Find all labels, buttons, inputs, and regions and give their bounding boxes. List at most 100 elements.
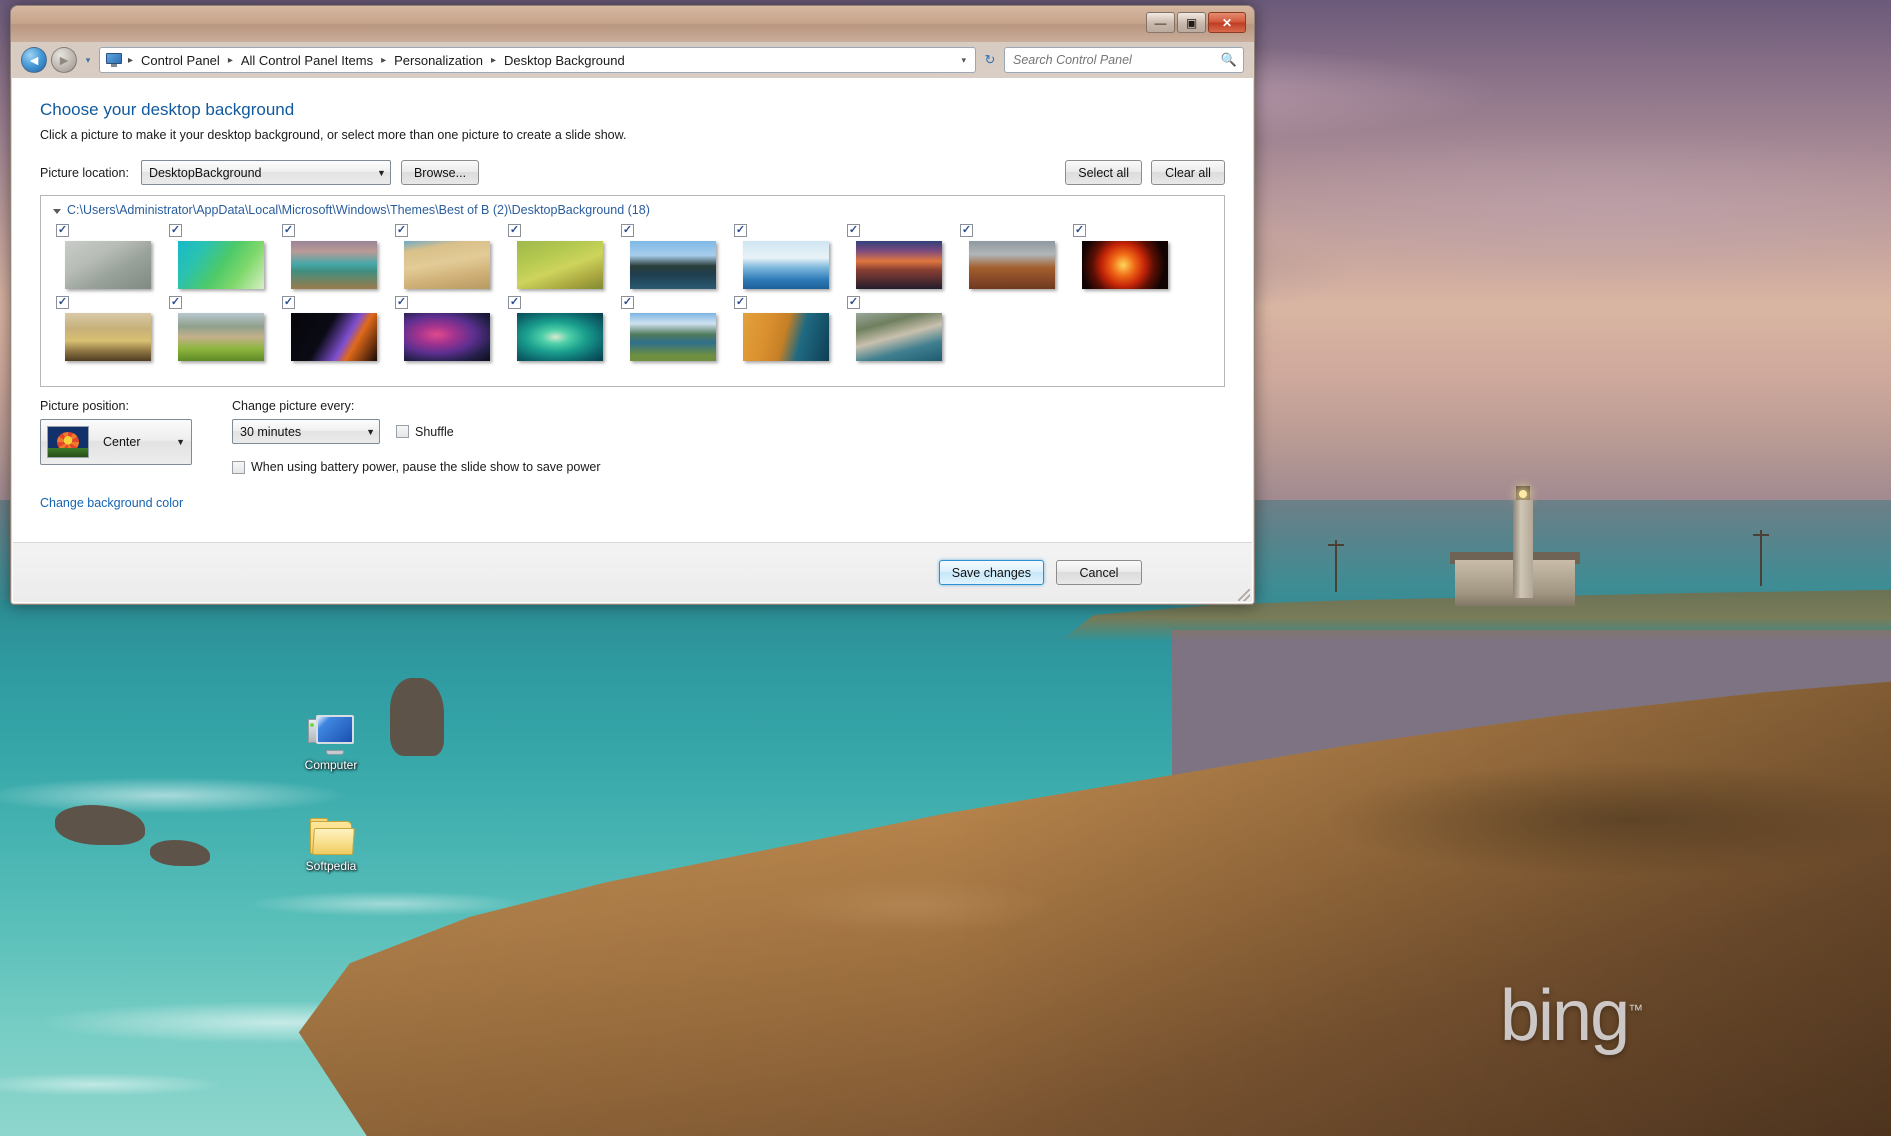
thumb-solar-flare[interactable]	[1082, 241, 1168, 289]
history-dropdown-icon[interactable]: ▾	[81, 55, 95, 66]
thumbnail-checkbox[interactable]	[395, 224, 408, 237]
thumbnail-item[interactable]	[501, 293, 614, 365]
thumb-whale-tail[interactable]	[65, 241, 151, 289]
desktop-icon-softpedia[interactable]: Softpedia	[288, 818, 374, 873]
cancel-button[interactable]: Cancel	[1056, 560, 1142, 585]
thumbnail-checkbox[interactable]	[395, 296, 408, 309]
breadcrumb-separator: ▸	[491, 54, 497, 66]
thumbnail-checkbox[interactable]	[508, 224, 521, 237]
picture-position-value: Center	[103, 435, 141, 449]
thumb-green-aerial[interactable]	[178, 241, 264, 289]
thumbnail-checkbox[interactable]	[734, 224, 747, 237]
thumbnail-checkbox[interactable]	[282, 224, 295, 237]
address-dropdown-icon[interactable]: ▾	[956, 55, 971, 66]
thumb-nebula[interactable]	[404, 313, 490, 361]
thumbnail-checkbox[interactable]	[56, 224, 69, 237]
maximize-button[interactable]: ▣	[1177, 12, 1206, 33]
collapse-triangle-icon[interactable]	[53, 208, 61, 214]
shuffle-checkbox-row[interactable]: Shuffle	[396, 425, 454, 439]
thumbnail-checkbox[interactable]	[621, 296, 634, 309]
thumbnail-item[interactable]	[388, 221, 501, 293]
breadcrumb-separator: ▸	[381, 54, 387, 66]
thumb-ice-floes[interactable]	[743, 241, 829, 289]
thumbnail-item[interactable]	[614, 221, 727, 293]
browse-button[interactable]: Browse...	[400, 160, 480, 185]
thumbnail-item[interactable]	[162, 293, 275, 365]
save-changes-button[interactable]: Save changes	[938, 560, 1044, 585]
thumb-golden-palace[interactable]	[65, 313, 151, 361]
thumbnail-item[interactable]	[840, 293, 953, 365]
thumb-lava-lightning[interactable]	[291, 313, 377, 361]
power-pole	[1753, 530, 1769, 586]
close-button[interactable]: ✕	[1208, 12, 1246, 33]
thumbnail-item[interactable]	[49, 221, 162, 293]
minimize-button[interactable]: —	[1146, 12, 1175, 33]
thumbnail-item[interactable]	[275, 221, 388, 293]
refresh-icon[interactable]: ↻	[980, 49, 1000, 71]
breadcrumb-personalization[interactable]: Personalization	[390, 51, 487, 70]
thumbnail-checkbox[interactable]	[1073, 224, 1086, 237]
address-bar[interactable]: ▸ Control Panel ▸ All Control Panel Item…	[99, 47, 976, 73]
thumbnail-checkbox[interactable]	[508, 296, 521, 309]
thumbnail-checkbox[interactable]	[847, 296, 860, 309]
picture-gallery[interactable]: C:\Users\Administrator\AppData\Local\Mic…	[40, 195, 1225, 387]
picture-position-dropdown[interactable]: Center ▼	[40, 419, 192, 465]
thumbnail-item[interactable]	[727, 293, 840, 365]
thumb-lake-reflection[interactable]	[630, 241, 716, 289]
desktop-background-window[interactable]: — ▣ ✕ ◄ ► ▾ ▸ Control Panel ▸ All Contro…	[10, 5, 1255, 605]
change-background-color-link[interactable]: Change background color	[40, 496, 183, 510]
thumbnail-checkbox[interactable]	[847, 224, 860, 237]
search-box[interactable]: 🔍	[1004, 47, 1244, 73]
picture-location-label: Picture location:	[40, 165, 129, 180]
change-picture-group: Change picture every: 30 minutes ▼ Shuff…	[232, 399, 1225, 474]
thumb-fox-in-grass[interactable]	[517, 241, 603, 289]
battery-checkbox-row[interactable]: When using battery power, pause the slid…	[232, 460, 1225, 474]
thumbnail-item[interactable]	[1066, 221, 1179, 293]
desktop-icon-computer[interactable]: Computer	[288, 715, 374, 772]
bing-text: bing	[1500, 976, 1630, 1056]
clear-all-button[interactable]: Clear all	[1151, 160, 1225, 185]
window-titlebar[interactable]: — ▣ ✕	[11, 6, 1254, 42]
thumb-mountain-lake[interactable]	[630, 313, 716, 361]
thumb-city-sunset[interactable]	[856, 241, 942, 289]
thumb-coastal-cliff[interactable]	[291, 241, 377, 289]
thumbnail-item[interactable]	[162, 221, 275, 293]
thumb-atoll-island[interactable]	[517, 313, 603, 361]
breadcrumb-desktop-background[interactable]: Desktop Background	[500, 51, 629, 70]
thumbnail-checkbox[interactable]	[56, 296, 69, 309]
thumbnail-item[interactable]	[388, 293, 501, 365]
options-area: Picture position: Center ▼ Change pictur…	[12, 399, 1253, 512]
thumb-sand-coastline[interactable]	[743, 313, 829, 361]
thumbnail-checkbox[interactable]	[621, 224, 634, 237]
picture-location-dropdown[interactable]: DesktopBackground ▼	[140, 160, 391, 185]
thumb-lions-savanna[interactable]	[178, 313, 264, 361]
breadcrumb-all-control-panel-items[interactable]: All Control Panel Items	[237, 51, 377, 70]
shuffle-checkbox[interactable]	[396, 425, 409, 438]
thumb-desert-dune[interactable]	[404, 241, 490, 289]
thumbnail-item[interactable]	[501, 221, 614, 293]
thumbnail-checkbox[interactable]	[960, 224, 973, 237]
select-all-button[interactable]: Select all	[1065, 160, 1142, 185]
thumbnail-checkbox[interactable]	[282, 296, 295, 309]
thumbnail-checkbox[interactable]	[734, 296, 747, 309]
thumbnail-item[interactable]	[840, 221, 953, 293]
search-input[interactable]	[1011, 52, 1221, 68]
change-picture-dropdown[interactable]: 30 minutes ▼	[232, 419, 380, 444]
gallery-group-header[interactable]: C:\Users\Administrator\AppData\Local\Mic…	[41, 196, 1224, 221]
change-picture-label: Change picture every:	[232, 399, 355, 413]
position-preview-thumbnail	[47, 426, 89, 458]
thumbnail-checkbox[interactable]	[169, 296, 182, 309]
thumb-monument-valley[interactable]	[969, 241, 1055, 289]
thumbnail-item[interactable]	[953, 221, 1066, 293]
thumbnail-item[interactable]	[727, 221, 840, 293]
thumbnail-checkbox[interactable]	[169, 224, 182, 237]
resize-grip[interactable]	[1238, 589, 1250, 601]
back-button[interactable]: ◄	[21, 47, 47, 73]
battery-checkbox[interactable]	[232, 460, 245, 474]
thumb-amalfi-coast[interactable]	[856, 313, 942, 361]
thumbnail-item[interactable]	[275, 293, 388, 365]
thumbnail-item[interactable]	[49, 293, 162, 365]
thumbnail-item[interactable]	[614, 293, 727, 365]
breadcrumb-control-panel[interactable]: Control Panel	[137, 51, 224, 70]
forward-button[interactable]: ►	[51, 47, 77, 73]
